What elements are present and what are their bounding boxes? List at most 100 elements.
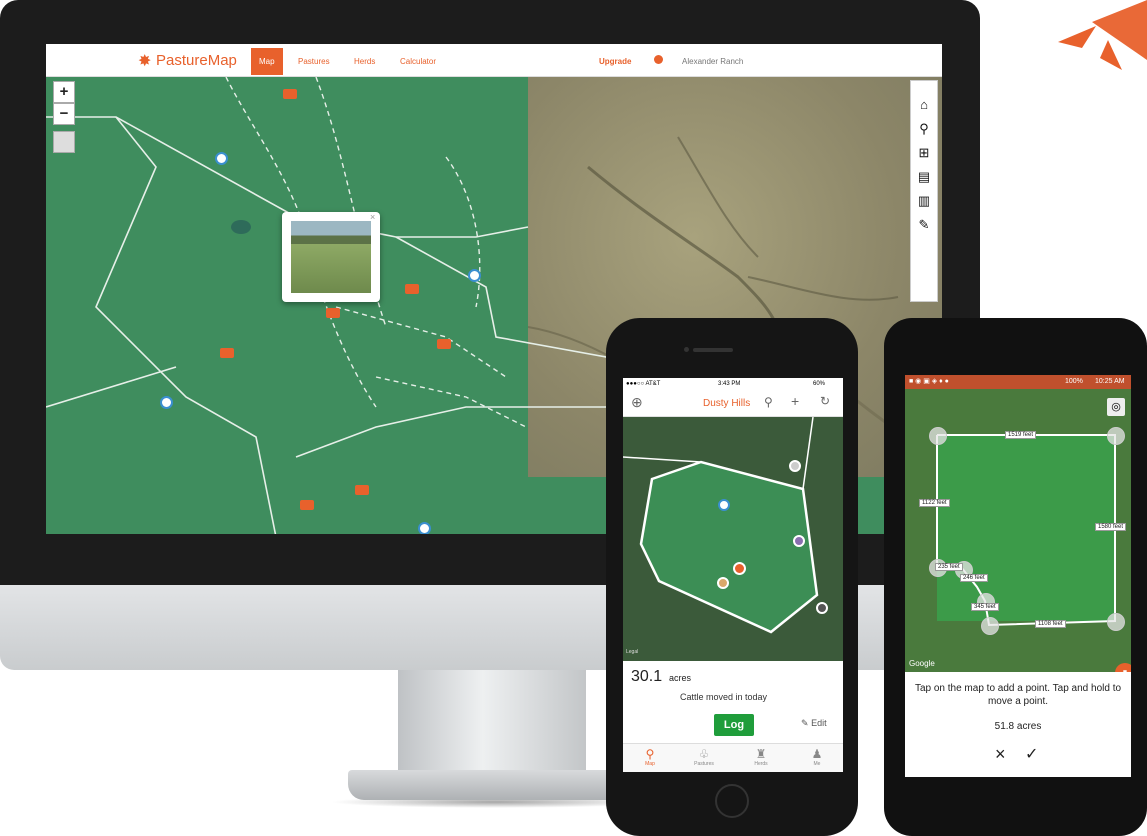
grass-icon: ♧ (698, 747, 710, 761)
edge-length-label: 1122 feet (919, 499, 950, 507)
acreage-value: 30.1 (631, 668, 663, 685)
monitor-stand-neck (398, 668, 586, 774)
tab-bar: ⚲ Map ♧ Pastures ♜ Herds ♟ Me (623, 743, 843, 772)
pasture-title: Dusty Hills (703, 398, 751, 409)
layers-icon[interactable] (53, 131, 75, 153)
point-marker[interactable] (789, 460, 801, 472)
tab-herds-label: Herds (754, 761, 768, 767)
tab-map[interactable]: ⚲ Map (628, 747, 672, 767)
edge-length-label: 246 feet (960, 574, 988, 582)
document-icon[interactable]: ▤ (914, 167, 934, 187)
map-icon[interactable]: ▥ (914, 191, 934, 211)
ranch-name[interactable]: Alexander Ranch (682, 57, 743, 66)
instructions-text: Tap on the map to add a point. Tap and h… (914, 683, 1122, 707)
edge-length-label: 1108 feet (1035, 620, 1066, 628)
iphone-map[interactable]: Legal (623, 417, 843, 661)
search-icon[interactable]: ⚲ (764, 395, 773, 409)
confirm-icon[interactable]: ✓ (1025, 744, 1038, 764)
vertex-handle[interactable] (929, 427, 947, 445)
photo-marker[interactable] (220, 348, 234, 358)
tab-pastures-label: Pastures (694, 761, 714, 767)
google-credit: Google (909, 659, 935, 668)
zoom-out-button[interactable]: − (53, 103, 75, 125)
tab-me[interactable]: ♟ Me (795, 747, 839, 767)
iphone-device: ●●●○○ AT&T 3:43 PM 60% ⊕ Dusty Hills ⚲ +… (606, 318, 858, 836)
add-icon[interactable]: + (791, 393, 799, 409)
photo-marker[interactable] (283, 89, 297, 99)
popup-close-icon[interactable]: × (370, 212, 375, 222)
tab-me-label: Me (813, 761, 821, 767)
area-value: 51.8 acres (994, 721, 1042, 732)
android-screen: ■ ◉ ▣ ◈ ♦ ● 100% 10:25 AM ◎ 1519 feet 11… (905, 375, 1131, 777)
nav-pastures[interactable]: Pastures (298, 57, 330, 66)
pasturemap-logo-icon: ✸ (138, 53, 152, 70)
status-time: 10:25 AM (1095, 378, 1125, 385)
map-credit: Legal (626, 649, 639, 655)
wrench-icon[interactable]: ✎ (914, 215, 934, 235)
vertex-handle[interactable] (1107, 613, 1125, 631)
nav-calculator[interactable]: Calculator (400, 57, 436, 66)
locate-icon[interactable]: ⊕ (631, 394, 643, 411)
tab-herds[interactable]: ♜ Herds (739, 747, 783, 767)
photo-popup[interactable]: × (282, 212, 380, 302)
cancel-icon[interactable]: × (995, 744, 1006, 765)
search-icon[interactable]: ⚲ (914, 119, 934, 139)
pasture-outline (623, 417, 819, 634)
photo-marker[interactable] (405, 284, 419, 294)
gps-icon[interactable]: ◎ (1107, 398, 1125, 416)
photo-marker[interactable] (300, 500, 314, 510)
vertex-handle[interactable] (1107, 427, 1125, 445)
photo-marker[interactable] (326, 308, 340, 318)
gate-marker[interactable] (816, 602, 828, 614)
vertex-handle[interactable] (981, 617, 999, 635)
carrier: ●●●○○ AT&T (626, 381, 661, 387)
cow-icon: ♜ (755, 747, 767, 761)
refresh-icon[interactable]: ↻ (820, 394, 830, 408)
iphone-screen: ●●●○○ AT&T 3:43 PM 60% ⊕ Dusty Hills ⚲ +… (623, 378, 843, 772)
monitor-stand-base (348, 770, 640, 800)
map-toolbar: ⌂ ⚲ ⊞ ▤ ▥ ✎ (910, 80, 938, 302)
app-header: ⊕ Dusty Hills ⚲ + ↻ (623, 390, 843, 417)
photo-marker[interactable] (437, 339, 451, 349)
decorative-sun-logo (1058, 0, 1147, 70)
edge-length-label: 1519 feet (1005, 431, 1037, 439)
herd-status-text[interactable]: Cattle moved in today (680, 692, 767, 702)
home-icon[interactable]: ⌂ (914, 95, 934, 115)
pencil-icon: ✎ (801, 718, 809, 728)
water-marker[interactable] (215, 152, 228, 165)
map-pin-icon: ⚲ (645, 747, 655, 761)
photo-marker[interactable] (717, 577, 729, 589)
water-marker[interactable] (468, 269, 481, 282)
nav-herds[interactable]: Herds (354, 57, 375, 66)
acreage-unit: acres (669, 673, 692, 683)
herd-marker[interactable] (793, 535, 805, 547)
brand-name[interactable]: PastureMap (156, 52, 237, 69)
add-pasture-icon[interactable]: ⊞ (914, 143, 934, 163)
android-device: ■ ◉ ▣ ◈ ♦ ● 100% 10:25 AM ◎ 1519 feet 11… (884, 318, 1147, 836)
tab-pastures[interactable]: ♧ Pastures (682, 747, 726, 767)
ios-status-bar: ●●●○○ AT&T 3:43 PM 60% (623, 378, 843, 390)
android-map[interactable]: ◎ 1519 feet 1122 feet 1580 feet 235 feet… (905, 389, 1131, 672)
status-time: 3:43 PM (718, 381, 741, 387)
iphone-speaker (693, 348, 733, 352)
tab-map-label: Map (645, 761, 655, 767)
settings-icon[interactable] (654, 55, 663, 64)
upgrade-link[interactable]: Upgrade (599, 57, 631, 66)
nav-map[interactable]: Map (251, 48, 283, 75)
water-marker[interactable] (718, 499, 730, 511)
cattle-marker[interactable] (733, 562, 746, 575)
home-button[interactable] (715, 784, 749, 818)
user-icon: ♟ (811, 747, 823, 761)
edge-length-label: 235 feet (935, 563, 963, 571)
water-marker[interactable] (418, 522, 431, 534)
zoom-in-button[interactable]: + (53, 81, 75, 103)
log-button[interactable]: Log (714, 714, 754, 736)
battery-level: 60% (813, 381, 826, 387)
photo-marker[interactable] (355, 485, 369, 495)
edge-length-label: 1580 feet (1095, 523, 1127, 531)
pasture-info-panel: 30.1 acres Cattle moved in today Log ✎ E… (623, 661, 843, 772)
pasture-photo (291, 221, 371, 293)
edit-button[interactable]: ✎ Edit (801, 718, 827, 729)
edge-length-label: 345 feet (971, 603, 999, 611)
water-marker[interactable] (160, 396, 173, 409)
